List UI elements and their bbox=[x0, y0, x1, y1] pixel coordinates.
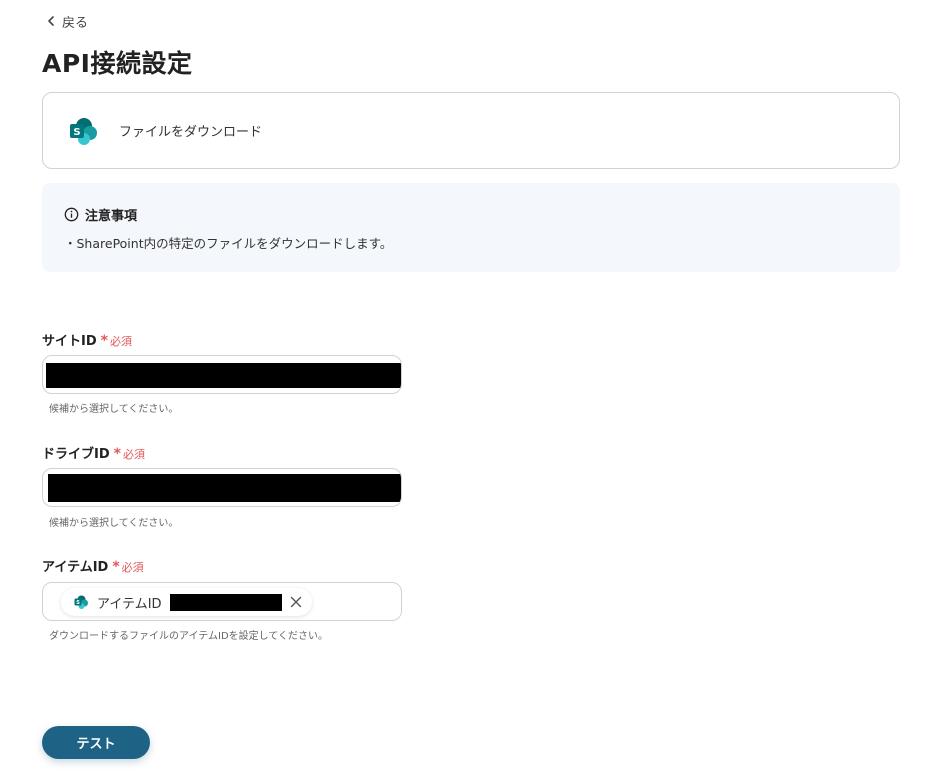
site-id-hint: 候補から選択してください。 bbox=[49, 404, 179, 415]
notice-body: ・SharePoint内の特定のファイルをダウンロードします。 bbox=[64, 236, 393, 251]
drive-id-hint: 候補から選択してください。 bbox=[49, 518, 179, 529]
back-link[interactable]: 戻る bbox=[46, 12, 89, 31]
redacted-value bbox=[46, 363, 401, 388]
required-badge: * 必須 bbox=[100, 333, 132, 349]
svg-text:S: S bbox=[73, 127, 80, 138]
close-icon[interactable] bbox=[290, 596, 302, 608]
page-title: API接続設定 bbox=[42, 49, 193, 78]
required-badge: * 必須 bbox=[113, 446, 145, 462]
redacted-value bbox=[48, 474, 401, 502]
sharepoint-icon: S bbox=[70, 117, 97, 145]
drive-id-label: ドライブID * 必須 bbox=[42, 446, 145, 462]
action-label: ファイルをダウンロード bbox=[119, 125, 263, 140]
api-settings-page: 戻る API接続設定 S ファイルをダウンロード 注意事項 ・SharePoin… bbox=[0, 0, 952, 775]
sharepoint-icon: S bbox=[74, 595, 88, 609]
site-id-select[interactable] bbox=[42, 355, 402, 394]
notice-title: 注意事項 bbox=[85, 209, 138, 224]
chevron-left-icon bbox=[48, 16, 54, 26]
back-label: 戻る bbox=[62, 15, 89, 31]
action-card: S ファイルをダウンロード bbox=[42, 92, 900, 169]
info-icon bbox=[64, 207, 79, 222]
notice-box: 注意事項 ・SharePoint内の特定のファイルをダウンロードします。 bbox=[42, 183, 900, 272]
item-id-label: アイテムID * 必須 bbox=[42, 559, 144, 575]
svg-text:S: S bbox=[76, 600, 80, 606]
site-id-label: サイトID * 必須 bbox=[42, 333, 132, 349]
drive-id-select[interactable] bbox=[42, 468, 402, 507]
test-button[interactable]: テスト bbox=[42, 726, 150, 759]
item-id-chip[interactable]: S アイテムID bbox=[61, 588, 312, 616]
redacted-value bbox=[169, 593, 282, 611]
item-id-input[interactable]: S アイテムID bbox=[42, 582, 402, 621]
notice-header: 注意事項 bbox=[64, 205, 878, 224]
chip-label: アイテムID bbox=[97, 596, 162, 612]
item-id-hint: ダウンロードするファイルのアイテムIDを設定してください。 bbox=[49, 631, 329, 642]
required-badge: * 必須 bbox=[112, 559, 144, 575]
